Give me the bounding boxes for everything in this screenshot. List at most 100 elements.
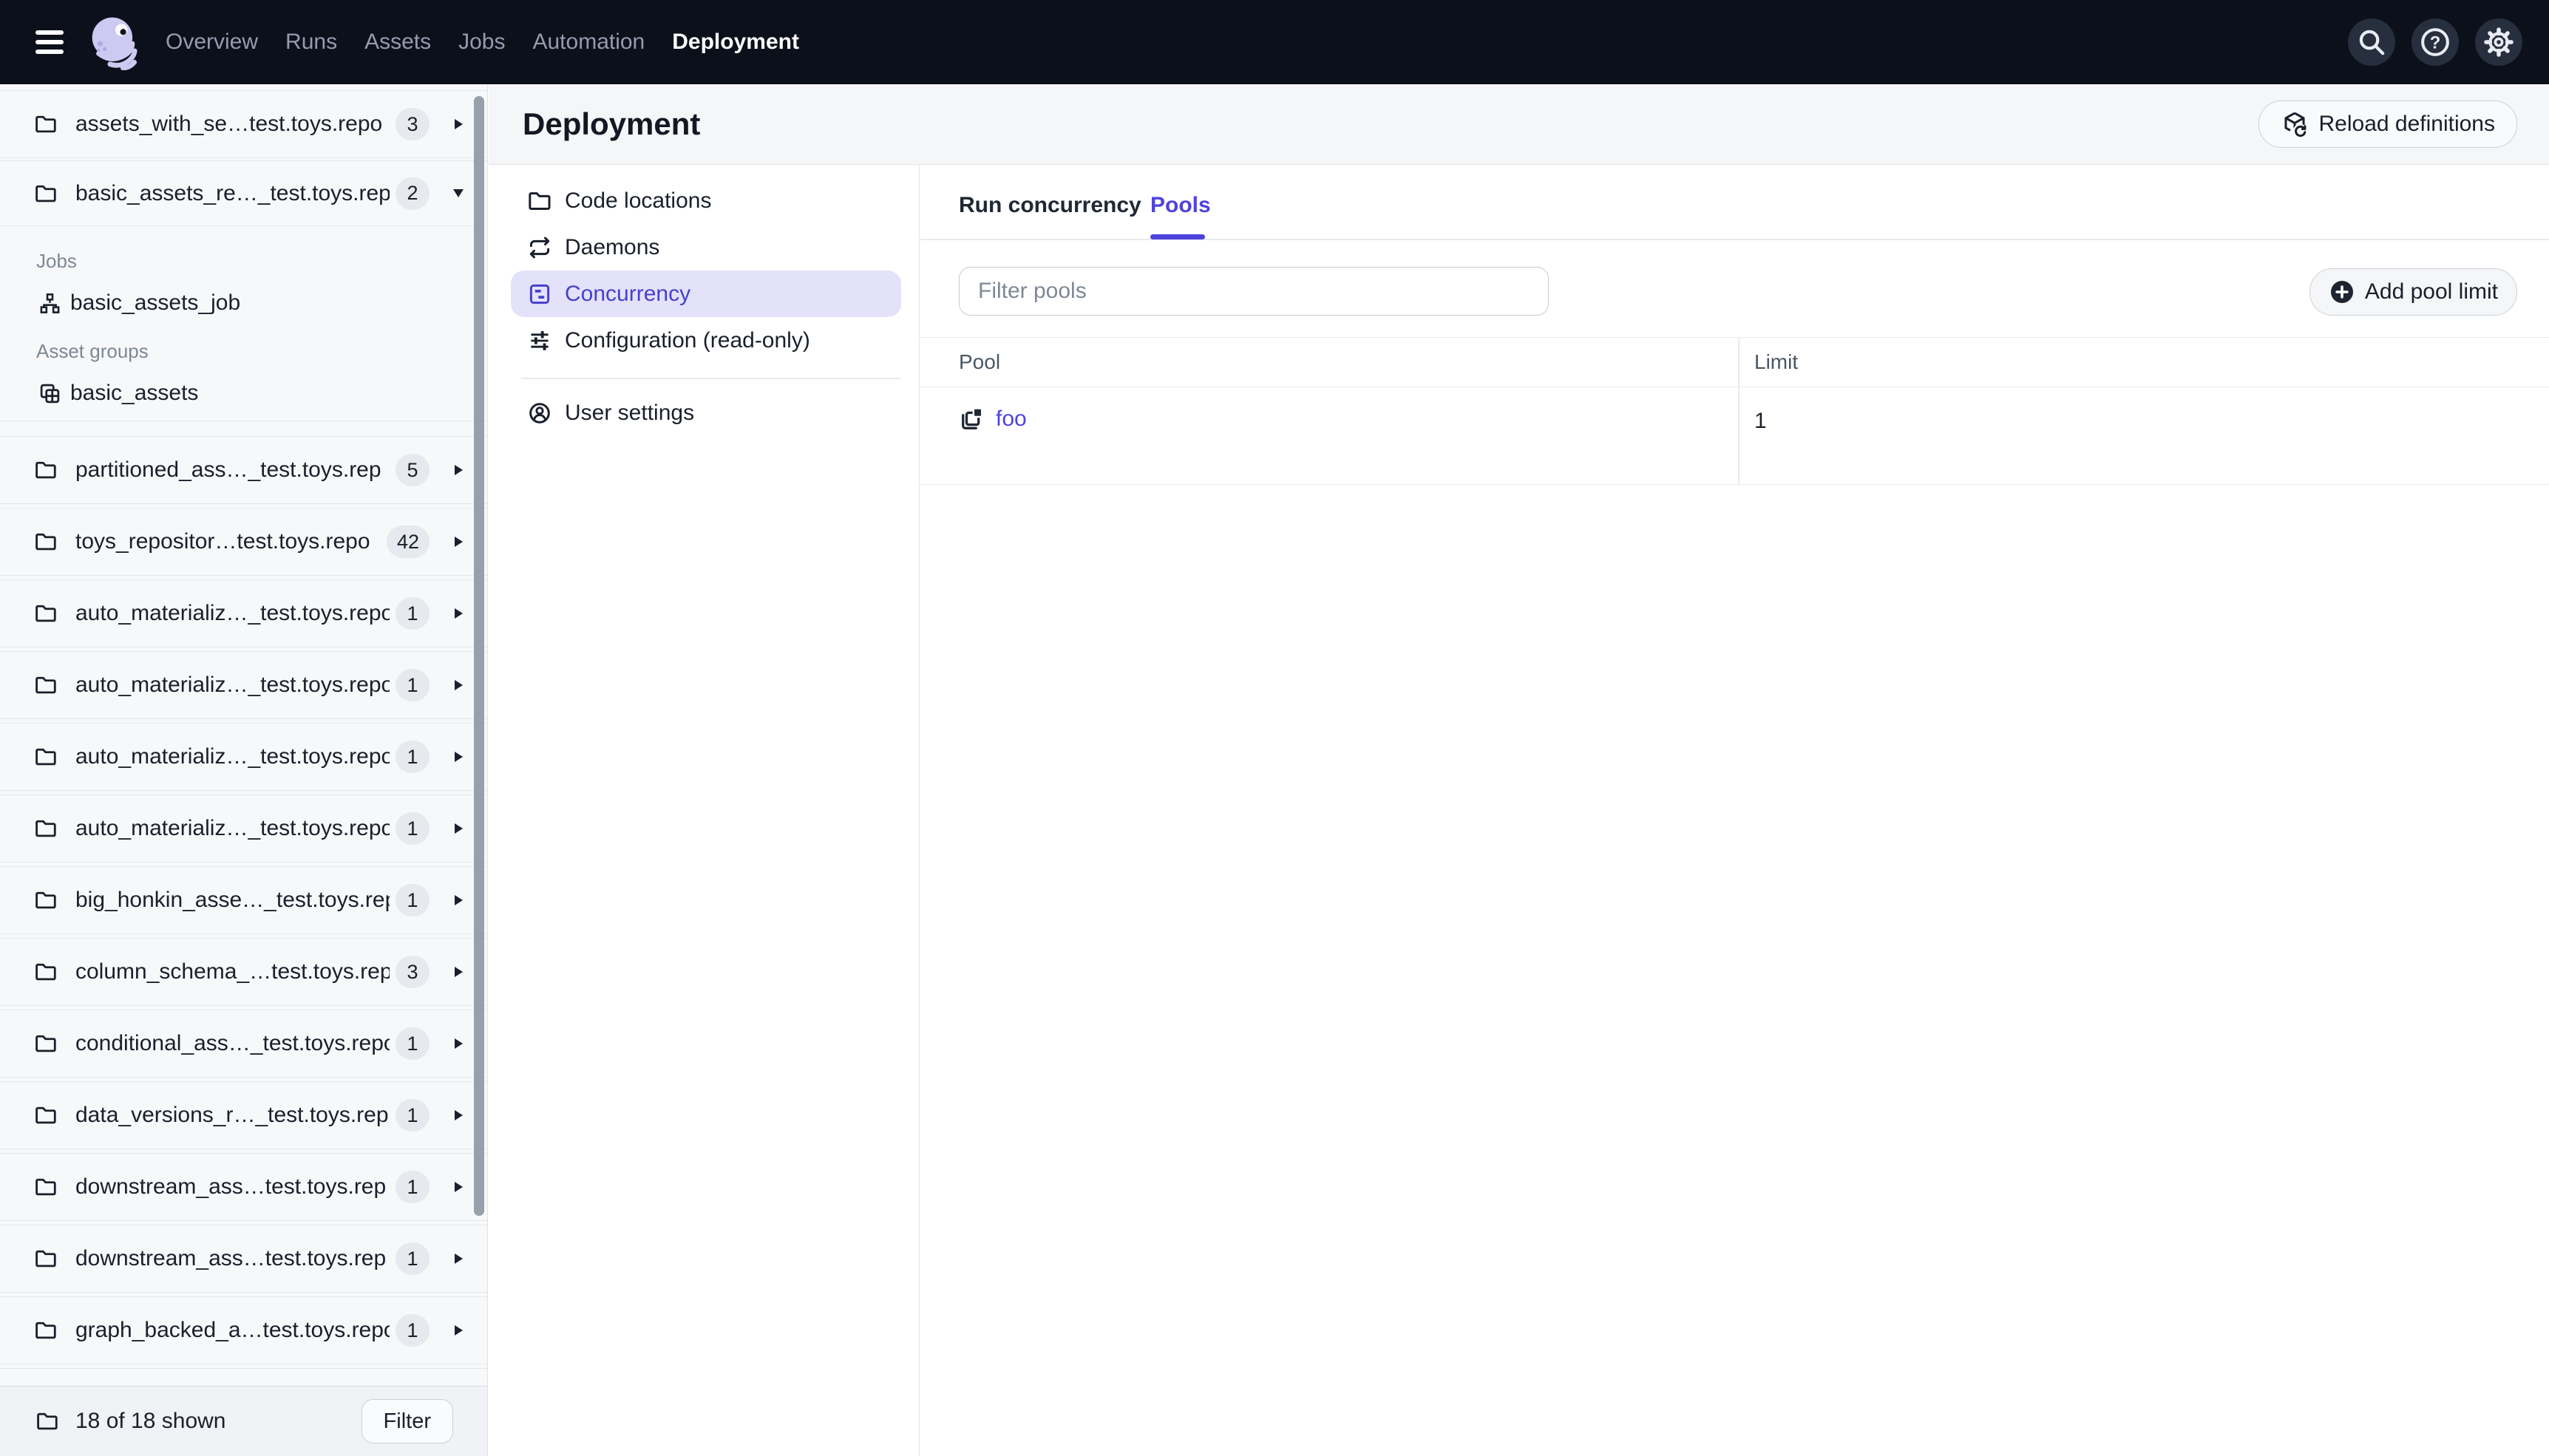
folder-icon — [34, 888, 58, 912]
count-badge: 42 — [386, 525, 430, 558]
code-location-row[interactable]: graph_backed_a…test.toys.repo 1 — [0, 1296, 487, 1364]
column-header-pool: Pool — [959, 350, 1001, 373]
table-header-row: Pool Limit — [920, 337, 2549, 387]
count-badge: 1 — [396, 812, 430, 845]
chevron-right-icon — [454, 465, 463, 475]
code-location-row[interactable]: assets_with_se…test.toys.repo 3 — [0, 90, 487, 158]
count-badge: 1 — [396, 741, 430, 773]
code-location-row[interactable]: data_versions_r…_test.toys.rep 1 — [0, 1081, 487, 1149]
settings-button[interactable] — [2475, 18, 2522, 66]
filter-pools-input[interactable] — [959, 267, 1549, 316]
nav-link-automation[interactable]: Automation — [532, 30, 645, 55]
nav-item-daemons[interactable]: Daemons — [511, 224, 901, 271]
repeat-icon — [527, 235, 552, 260]
expand-chevron[interactable] — [430, 1325, 487, 1336]
count-badge: 1 — [396, 1171, 430, 1203]
code-location-row[interactable]: downstream_ass…test.toys.rep 1 — [0, 1225, 487, 1293]
tune-sliders-icon — [527, 328, 552, 353]
nav-item-concurrency[interactable]: Concurrency — [511, 271, 901, 317]
concurrency-content: Run concurrency Pools Add pool limit Poo… — [920, 165, 2549, 1456]
code-location-row[interactable]: toys_repositor…test.toys.repo 42 — [0, 508, 487, 576]
code-location-name: downstream_ass…test.toys.rep — [75, 1174, 387, 1199]
gear-icon — [2482, 26, 2515, 58]
code-location-name: auto_materializ…_test.toys.repo — [75, 816, 390, 840]
count-badge: 1 — [396, 669, 430, 701]
chevron-right-icon — [454, 752, 463, 762]
folder-icon — [34, 960, 58, 984]
nav-item-user-settings[interactable]: User settings — [511, 389, 901, 436]
pools-table: Pool Limit foo 1 — [920, 337, 2549, 485]
sidebar-footer: 18 of 18 shown Filter — [0, 1386, 487, 1456]
nav-link-runs[interactable]: Runs — [285, 30, 337, 55]
code-location-row[interactable]: column_schema_…test.toys.rep 3 — [0, 938, 487, 1006]
code-location-row[interactable]: auto_materializ…_test.toys.repo 1 — [0, 651, 487, 719]
code-location-row[interactable]: basic_assets_re…_test.toys.rep 2 — [0, 161, 487, 226]
top-nav: Overview Runs Assets Jobs Automation Dep… — [0, 0, 2549, 84]
pool-link[interactable]: foo — [996, 406, 1027, 432]
chevron-right-icon — [454, 823, 463, 834]
count-badge: 1 — [396, 884, 430, 916]
column-divider — [1738, 337, 1740, 484]
nav-item-configuration[interactable]: Configuration (read-only) — [511, 317, 901, 364]
count-badge: 5 — [396, 454, 430, 486]
tab-run-concurrency[interactable]: Run concurrency — [959, 193, 1141, 218]
code-location-row[interactable]: auto_materializ…_test.toys.repo 1 — [0, 795, 487, 863]
folder-icon — [34, 1103, 58, 1127]
chevron-right-icon — [454, 1253, 463, 1264]
folder-icon — [34, 1032, 58, 1055]
asset-group-item[interactable]: basic_assets — [38, 381, 198, 406]
nav-item-code-locations[interactable]: Code locations — [511, 177, 901, 224]
code-location-row[interactable]: partitioned_ass…_test.toys.rep 5 — [0, 436, 487, 504]
code-location-row[interactable]: auto_materializ…_test.toys.repo 1 — [0, 579, 487, 647]
plus-circle-icon — [2329, 279, 2355, 305]
asset-group-name: basic_assets — [70, 381, 199, 405]
pool-cell[interactable]: foo — [959, 406, 1027, 432]
add-pool-limit-button[interactable]: Add pool limit — [2309, 268, 2517, 316]
page-title: Deployment — [523, 106, 701, 141]
nav-item-label: Configuration (read-only) — [565, 327, 810, 353]
code-location-row[interactable]: big_honkin_asse…_test.toys.rep 1 — [0, 866, 487, 934]
folder-icon — [527, 188, 552, 214]
reload-definitions-button[interactable]: Reload definitions — [2258, 101, 2517, 148]
folder-icon — [34, 112, 58, 136]
code-location-row[interactable]: conditional_ass…_test.toys.repo 1 — [0, 1010, 487, 1078]
deployment-settings-nav: Code locations Daemons Concurrency Confi… — [489, 165, 920, 1456]
count-badge: 1 — [396, 597, 430, 630]
dagster-logo[interactable] — [87, 14, 143, 70]
folder-icon — [34, 1175, 58, 1199]
count-badge: 1 — [396, 1027, 430, 1060]
code-location-name: toys_repositor…test.toys.repo — [75, 529, 370, 554]
nav-link-jobs[interactable]: Jobs — [458, 30, 505, 55]
code-location-name: big_honkin_asse…_test.toys.rep — [75, 888, 390, 912]
tab-pools[interactable]: Pools — [1150, 193, 1211, 218]
hamburger-menu-icon[interactable] — [35, 30, 64, 54]
search-button[interactable] — [2348, 18, 2395, 66]
count-badge: 3 — [396, 108, 430, 140]
help-button[interactable] — [2411, 18, 2459, 66]
nav-link-overview[interactable]: Overview — [166, 30, 258, 55]
limit-value: 1 — [1754, 409, 1767, 433]
count-badge: 2 — [396, 177, 430, 210]
folder-icon — [34, 817, 58, 840]
nav-link-assets[interactable]: Assets — [364, 30, 431, 55]
expand-chevron[interactable] — [430, 1253, 487, 1264]
sidebar-scrollbar[interactable] — [474, 96, 484, 1216]
code-location-row[interactable]: auto_materializ…_test.toys.repo 1 — [0, 723, 487, 791]
chevron-right-icon — [454, 608, 463, 619]
nav-link-deployment[interactable]: Deployment — [672, 30, 799, 55]
sidebar-filter-button[interactable]: Filter — [361, 1399, 453, 1443]
count-badge: 3 — [396, 956, 430, 988]
chevron-right-icon — [454, 895, 463, 905]
locations-shown-count: 18 of 18 shown — [75, 1409, 226, 1433]
code-location-row[interactable]: downstream_ass…test.toys.rep 1 — [0, 1153, 487, 1221]
column-header-limit: Limit — [1754, 350, 1799, 373]
reload-definitions-icon — [2281, 110, 2309, 138]
folder-icon — [34, 745, 58, 769]
nav-item-label: Daemons — [565, 234, 660, 259]
count-badge: 1 — [396, 1242, 430, 1275]
chevron-down-icon — [453, 189, 464, 197]
count-badge: 1 — [396, 1099, 430, 1132]
job-item[interactable]: basic_assets_job — [38, 290, 240, 316]
active-tab-indicator — [1150, 234, 1205, 239]
count-badge: 1 — [396, 1314, 430, 1347]
